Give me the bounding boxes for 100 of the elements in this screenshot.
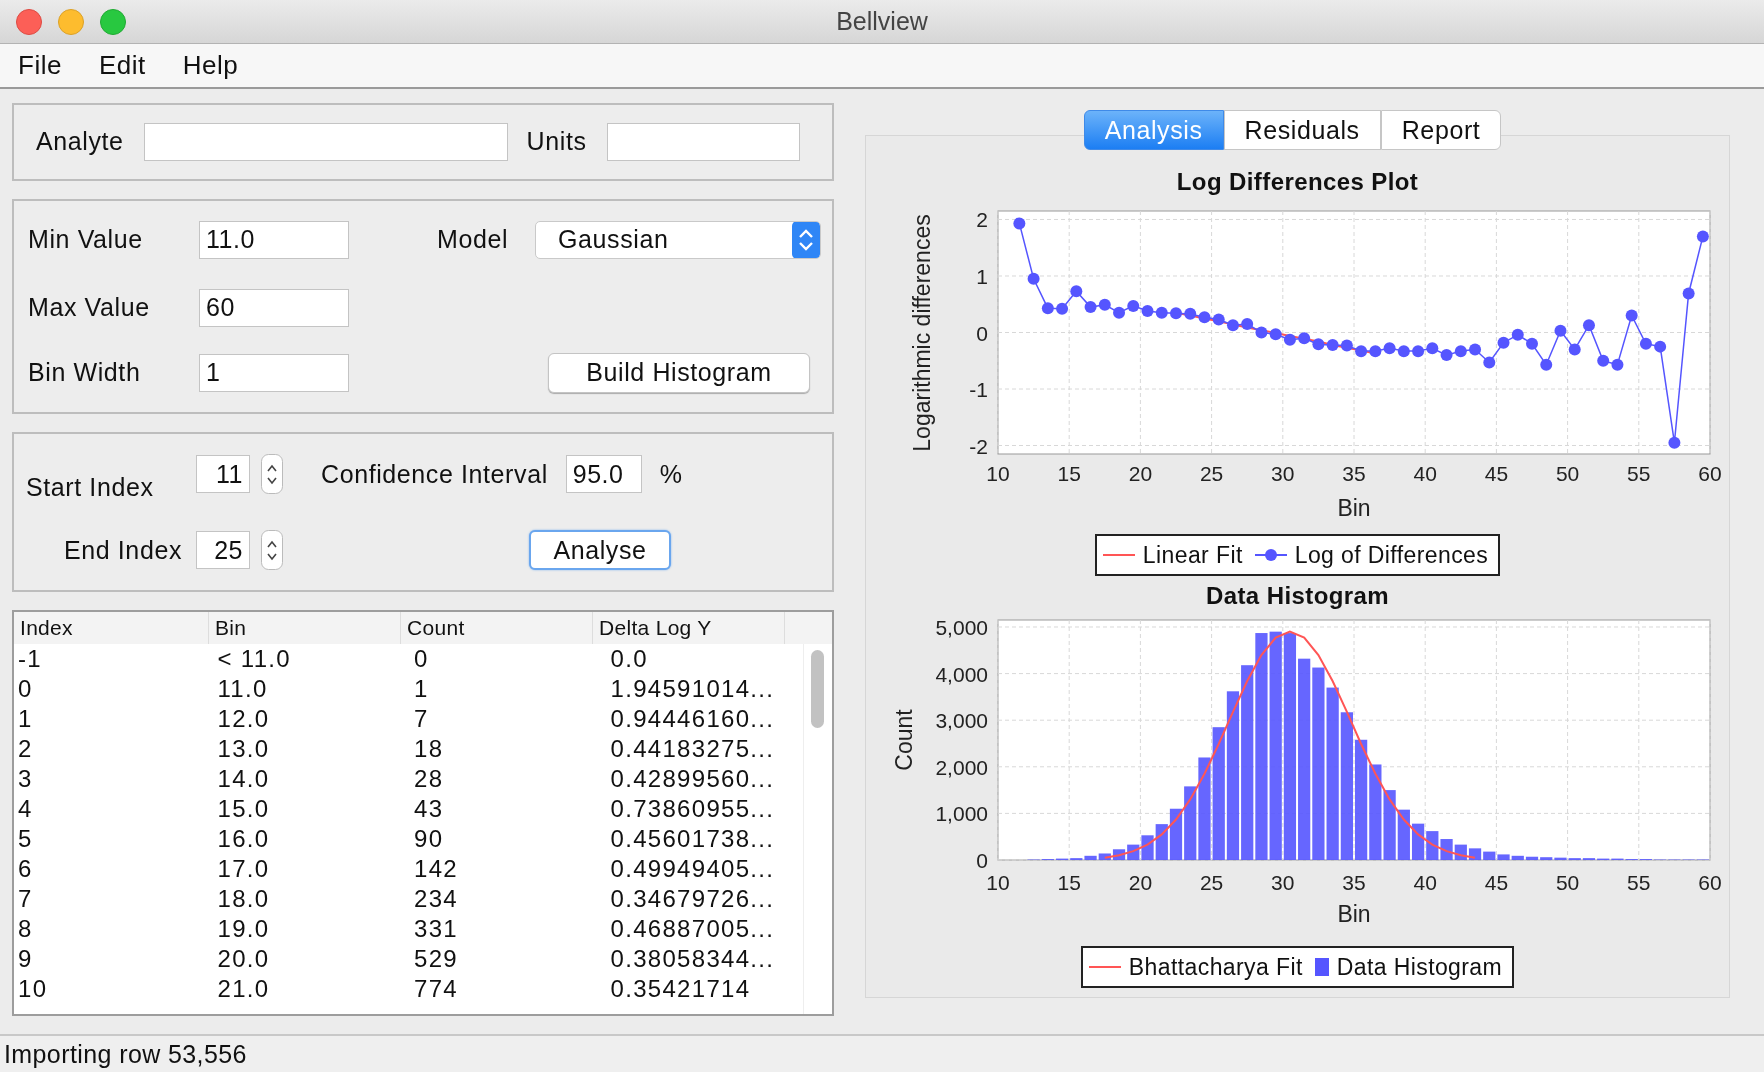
point [1069, 285, 1082, 298]
column-header[interactable]: Count [401, 612, 593, 644]
start-index-field[interactable]: 11 [196, 455, 250, 494]
axis-tick-label: 60 [1697, 871, 1722, 894]
close-button[interactable] [16, 8, 42, 35]
window-title: Bellview [836, 7, 928, 36]
axis-title: Count [890, 709, 917, 771]
axis-tick-label: -1 [968, 378, 988, 401]
axis-tick-label: 20 [1128, 462, 1152, 485]
point [1183, 307, 1196, 320]
axis-tick-label: 1 [975, 265, 988, 288]
axis-tick-label: 55 [1626, 462, 1650, 485]
point [1653, 340, 1666, 353]
spinner-icon[interactable] [261, 530, 283, 571]
axis-tick-label: 2 [975, 208, 988, 232]
field-label: Units [526, 127, 587, 157]
table-cell-text: 7 [413, 705, 430, 733]
table-cell-text: 0.42899560... [609, 765, 776, 793]
analyse-button[interactable]: Analyse [529, 530, 671, 571]
legend-label: Log of Differences [1294, 541, 1489, 569]
build-histogram-button[interactable]: Build Histogram [548, 352, 810, 393]
field-label: Max Value [28, 293, 151, 323]
tab[interactable]: Report [1380, 110, 1502, 150]
units-field[interactable] [606, 122, 800, 161]
point [1254, 326, 1267, 339]
point [1596, 354, 1609, 367]
model-dropdown[interactable]: Gaussian [535, 220, 821, 259]
column-header[interactable]: Bin [209, 612, 401, 644]
point [1639, 337, 1652, 350]
table-cell-text: 774 [413, 975, 459, 1003]
spinner-icon[interactable] [261, 454, 283, 495]
point [1155, 306, 1168, 319]
table-cell-text: 0.45601738... [609, 825, 776, 853]
menu-item[interactable]: Help [182, 50, 239, 81]
end-index-field[interactable]: 25 [196, 531, 250, 570]
chart-title: Log Differences Plot [1176, 168, 1419, 196]
table-cell-text: 8 [17, 915, 34, 943]
axis-tick-label: 2,000 [934, 755, 988, 779]
field-label: Model [437, 225, 510, 255]
table-cell-text: 0 [413, 645, 430, 673]
point [1397, 345, 1410, 358]
axis-tick-label: 15 [1057, 871, 1081, 894]
field-label: Confidence Interval [321, 459, 548, 489]
table-cell-text: 1 [17, 705, 34, 733]
min-value-field[interactable]: 11.0 [199, 220, 349, 259]
point [1326, 338, 1339, 351]
analyte-field[interactable] [143, 122, 508, 161]
axis-tick-label: -2 [968, 434, 988, 458]
max-value-field[interactable]: 60 [199, 288, 349, 327]
axis-tick-label: 50 [1555, 462, 1579, 485]
point [1497, 336, 1510, 349]
table-cell-text: 1 [413, 675, 430, 703]
table-cell-text: 43 [413, 795, 445, 823]
field-label: Start Index [26, 473, 155, 503]
point [1425, 342, 1438, 355]
legend-label: Bhattacharya Fit [1128, 953, 1303, 981]
table-cell-text: 10 [17, 975, 49, 1003]
point [1126, 299, 1139, 312]
point [1625, 309, 1638, 322]
column-header[interactable]: Index [14, 612, 209, 644]
point [1482, 356, 1495, 369]
table-cell-text: 0.35421714 [609, 975, 752, 1003]
table-cell-text: 142 [413, 855, 459, 883]
axis-title: Logarithmic differences [908, 214, 935, 452]
axis-tick-label: 25 [1199, 871, 1223, 894]
field-label: End Index [63, 535, 183, 565]
table-cell-text: 331 [413, 915, 459, 943]
table-cell-text: 0 [17, 675, 34, 703]
axis-tick-label: 55 [1626, 871, 1650, 894]
table-cell-text: 0.0 [609, 645, 649, 673]
table-cell-text: 0.73860955... [609, 795, 776, 823]
point [1141, 305, 1154, 318]
tab[interactable]: Residuals [1223, 110, 1381, 150]
table-cell-text: 3 [17, 765, 34, 793]
dropdown-arrows-icon [792, 221, 820, 258]
axis-tick-label: 0 [975, 849, 988, 872]
point [1682, 287, 1695, 300]
point [1468, 343, 1481, 356]
point [1041, 302, 1054, 315]
axis-tick-label: 10 [985, 462, 1010, 485]
point [1012, 217, 1025, 230]
table-cell-text: 0.38058344... [609, 945, 776, 973]
minimize-button[interactable] [58, 8, 84, 35]
point [1112, 306, 1125, 319]
table-cell-text: 16.0 [216, 825, 271, 853]
point [1055, 302, 1068, 315]
scrollbar-thumb[interactable] [811, 650, 825, 728]
axis-tick-label: 35 [1341, 871, 1366, 894]
table-cell-text: 18.0 [216, 885, 271, 913]
axis-tick-label: 40 [1413, 871, 1437, 894]
table-cell-text: 14.0 [216, 765, 271, 793]
point [1440, 349, 1453, 362]
column-header[interactable]: Delta Log Y [593, 612, 785, 644]
menu-item[interactable]: File [18, 50, 62, 81]
zoom-button[interactable] [100, 8, 126, 35]
bin-width-field[interactable]: 1 [199, 353, 349, 392]
field-label: Bin Width [28, 358, 142, 388]
confidence-field[interactable]: 95.0 [565, 455, 642, 494]
menu-item[interactable]: Edit [98, 50, 146, 81]
table-cell-text: 13.0 [216, 735, 271, 763]
